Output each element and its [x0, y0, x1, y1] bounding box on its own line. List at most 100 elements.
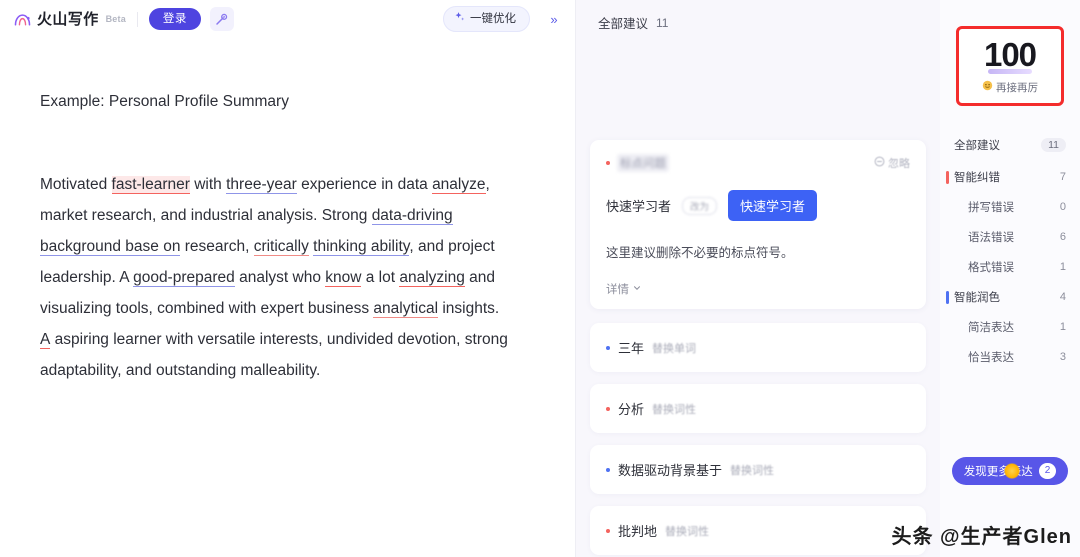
suggestion-description: 这里建议删除不必要的标点符号。	[606, 246, 794, 260]
document-scroll-area[interactable]: Example: Personal Profile Summary Motiva…	[0, 38, 575, 557]
suggestions-pane: 全部建议 11 标点问题 忽略 快速学习者 改为 快速学习者 这里建议删除不必要…	[576, 0, 940, 557]
suggestion-type-label: 标点问题	[617, 154, 669, 172]
filter-item-count: 3	[1059, 351, 1066, 363]
suggestion-card[interactable]: 标点问题 忽略 快速学习者 改为 快速学习者 这里建议删除不必要的标点符号。 详…	[590, 140, 926, 309]
emoji-smile-icon	[982, 80, 993, 94]
filter-item-count: 1	[1059, 321, 1066, 333]
suggestion-row-kind: 替换词性	[665, 525, 710, 538]
glow-highlight-icon	[1004, 463, 1020, 479]
apply-replacement-button[interactable]: 快速学习者	[728, 190, 818, 221]
score-box: 100 再接再厉	[956, 26, 1064, 106]
filter-item-count: 0	[1059, 201, 1066, 213]
toolbar-divider	[136, 11, 138, 27]
ignore-label: 忽略	[888, 158, 910, 170]
document-title: Example: Personal Profile Summary	[40, 93, 289, 110]
filter-item-全部建议[interactable]: 全部建议 11	[940, 128, 1080, 162]
filter-item-count: 6	[1059, 231, 1066, 243]
text-run: a lot	[361, 268, 400, 286]
marked-text-run[interactable]: thinking ability	[313, 237, 410, 256]
document-body[interactable]: Motivated fast-learner with three-year e…	[40, 169, 510, 386]
volcano-logo-icon	[12, 9, 33, 30]
text-run: aspiring learner with versatile interest…	[40, 330, 508, 379]
marked-text-run[interactable]: fast-learner	[111, 175, 190, 194]
editor-pane: 火山写作 Beta 登录 一键优化 » Example: Personal Pr…	[0, 0, 576, 557]
marked-text-run[interactable]: critically	[253, 237, 309, 256]
discover-more-label: 发现更多表达	[963, 466, 1033, 478]
brand-name: 火山写作	[37, 10, 99, 28]
text-run: insights.	[438, 299, 500, 317]
score-value: 100	[983, 35, 1037, 74]
discover-more-button[interactable]: 发现更多表达 2	[952, 457, 1068, 485]
filter-item-简洁表达[interactable]: 简洁表达 1	[940, 312, 1080, 342]
suggestion-row[interactable]: 批判地 替换词性	[590, 506, 926, 555]
filter-item-语法错误[interactable]: 语法错误 6	[940, 222, 1080, 252]
filter-item-count: 7	[1059, 171, 1066, 183]
app-root: 火山写作 Beta 登录 一键优化 » Example: Personal Pr…	[0, 0, 1080, 557]
score-subtitle-label: 再接再厉	[996, 81, 1038, 94]
suggestion-row-word: 三年	[618, 341, 645, 356]
severity-dot-icon	[606, 528, 610, 533]
beta-badge: Beta	[105, 14, 126, 24]
text-run: analyst who	[234, 268, 326, 286]
text-run: Motivated	[40, 175, 112, 193]
score-subtitle: 再接再厉	[982, 80, 1038, 95]
score-sidebar: 100 再接再厉 全部建议 11 智能纠错 7 拼写错误 0 语法错误 6 格式错误 1 智能润色 4…	[940, 0, 1080, 557]
marked-text-run[interactable]: analyze	[432, 175, 486, 194]
marked-text-run[interactable]: good-prepared	[133, 268, 235, 287]
suggestion-row[interactable]: 数据驱动背景基于 替换词性	[590, 445, 926, 494]
suggestion-row-kind: 替换单词	[652, 342, 697, 355]
suggestion-row-kind: 替换词性	[730, 464, 775, 477]
marked-text-run[interactable]: analyzing	[399, 268, 465, 287]
suggestion-row-word: 批判地	[618, 524, 658, 539]
editor-toolbar: 火山写作 Beta 登录 一键优化 »	[0, 0, 575, 38]
one-click-optimize-button[interactable]: 一键优化	[443, 5, 530, 33]
suggestion-row[interactable]: 三年 替换单词	[590, 323, 926, 372]
severity-dot-icon	[606, 467, 610, 472]
sparkle-icon	[454, 11, 466, 28]
suggestion-row-word: 数据驱动背景基于	[618, 463, 723, 478]
text-run: experience in data	[296, 175, 433, 193]
severity-dot-icon	[606, 406, 610, 411]
marked-text-run[interactable]: know	[325, 268, 362, 287]
suggestion-card-top: 标点问题 忽略	[606, 154, 910, 172]
text-run: research,	[180, 237, 254, 255]
suggestions-header-label: 全部建议	[598, 17, 649, 31]
double-chevron-right-icon[interactable]: »	[543, 8, 565, 30]
suggestion-row-word: 分析	[618, 402, 645, 417]
filter-item-label: 格式错误	[968, 262, 1014, 274]
text-run: with	[189, 175, 227, 193]
filter-item-恰当表达[interactable]: 恰当表达 3	[940, 342, 1080, 372]
suggestion-row-kind: 替换词性	[652, 403, 697, 416]
marked-text-run[interactable]: analytical	[373, 299, 439, 318]
filter-item-count: 4	[1059, 291, 1066, 303]
ignore-button[interactable]: 忽略	[874, 155, 910, 171]
severity-dot-icon	[606, 161, 610, 165]
suggestions-header: 全部建议 11	[576, 0, 940, 42]
filter-item-label: 恰当表达	[968, 352, 1014, 364]
filter-item-label: 智能润色	[954, 292, 1000, 304]
suggestion-card-tag: 标点问题	[606, 154, 669, 172]
suggestions-list[interactable]: 标点问题 忽略 快速学习者 改为 快速学习者 这里建议删除不必要的标点符号。 详…	[576, 42, 940, 557]
filter-item-智能润色[interactable]: 智能润色 4	[940, 282, 1080, 312]
filter-item-count: 1	[1059, 261, 1066, 273]
detail-toggle[interactable]: 详情	[606, 281, 910, 297]
suggestion-rows-host: 三年 替换单词 分析 替换词性 数据驱动背景基于 替换词性 批判地 替换词性	[590, 323, 926, 555]
filter-item-拼写错误[interactable]: 拼写错误 0	[940, 192, 1080, 222]
filter-list: 全部建议 11 智能纠错 7 拼写错误 0 语法错误 6 格式错误 1 智能润色 4 简洁表达 1 恰当表达…	[940, 128, 1080, 372]
filter-item-count: 11	[1041, 138, 1066, 152]
watermark: 头条 @生产者Glen	[891, 526, 1072, 548]
suggestion-replace-row: 快速学习者 改为 快速学习者	[606, 190, 910, 221]
suggestion-row[interactable]: 分析 替换词性	[590, 384, 926, 433]
filter-item-智能纠错[interactable]: 智能纠错 7	[940, 162, 1080, 192]
change-to-pill: 改为	[682, 196, 718, 215]
brand: 火山写作 Beta	[12, 9, 126, 30]
category-color-bar	[946, 291, 949, 304]
login-button[interactable]: 登录	[148, 7, 201, 31]
marked-text-run[interactable]: three-year	[226, 175, 297, 194]
marked-text-run[interactable]: A	[40, 330, 51, 349]
original-text: 快速学习者	[606, 199, 672, 214]
filter-item-label: 智能纠错	[954, 172, 1000, 184]
filter-item-格式错误[interactable]: 格式错误 1	[940, 252, 1080, 282]
discover-more-badge: 2	[1038, 463, 1057, 479]
magic-wand-icon[interactable]	[209, 7, 234, 31]
